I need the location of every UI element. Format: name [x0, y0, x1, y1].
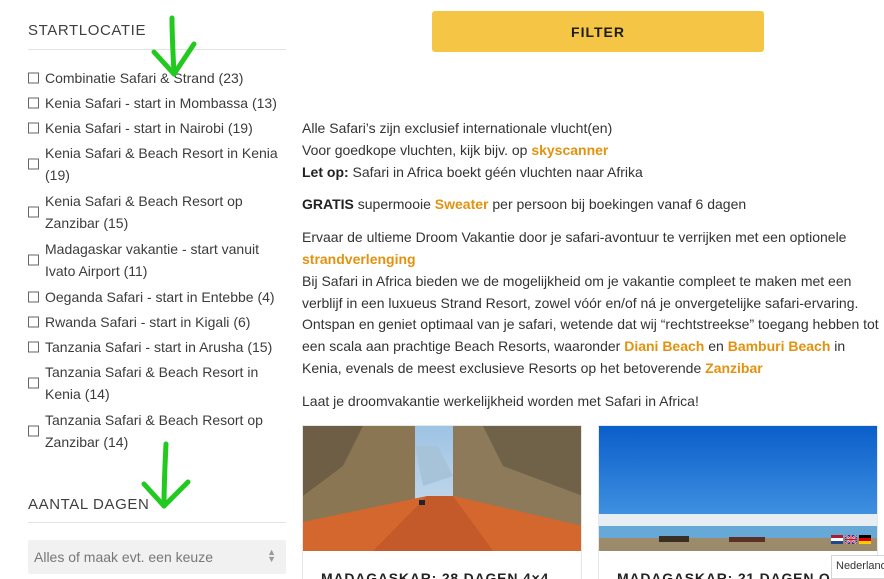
filter-option-count: (19)	[45, 167, 70, 183]
checkbox[interactable]	[28, 254, 39, 266]
text: Let op:	[302, 163, 349, 180]
diani-beach-link[interactable]: Diani Beach	[624, 338, 704, 354]
language-label[interactable]: Nederlands	[831, 555, 884, 579]
gratis-note: GRATIS supermooie Sweater per persoon bi…	[302, 194, 884, 216]
text: GRATIS	[302, 196, 354, 213]
closing-line: Laat je droomvakantie werkelijkheid word…	[302, 392, 699, 409]
text: Safari in Africa boekt géén vluchten naa…	[348, 163, 643, 180]
checkbox[interactable]	[28, 72, 39, 84]
checkbox[interactable]	[28, 377, 39, 389]
sweater-link[interactable]: Sweater	[435, 196, 489, 212]
skyscanner-link[interactable]: skyscanner	[531, 142, 608, 158]
uk-flag-icon[interactable]	[845, 535, 857, 544]
filter-option-kenia-beach-kenia[interactable]: Kenia Safari & Beach Resort in Kenia (19…	[28, 142, 286, 186]
aantal-dagen-title: AANTAL DAGEN	[28, 496, 150, 513]
aantal-dagen-select[interactable]: Alles of maak evt. een keuze ▲ ▼	[28, 540, 286, 574]
filter-option-label: Kenia Safari & Beach Resort op Zanzibar	[45, 193, 243, 231]
filter-option-label: Tanzania Safari - start in Arusha	[45, 339, 244, 355]
startlocatie-filter-list: Combinatie Safari & Strand (23) Kenia Sa…	[28, 67, 286, 457]
select-value: Alles of maak evt. een keuze	[34, 549, 213, 565]
annotation-arrow-icon	[141, 441, 191, 509]
filter-option-madagaskar-ivato[interactable]: Madagaskar vakantie - start vanuit Ivato…	[28, 238, 286, 282]
tour-image[interactable]	[303, 426, 581, 551]
filter-option-kenia-beach-zanzibar[interactable]: Kenia Safari & Beach Resort op Zanzibar …	[28, 190, 286, 234]
checkbox[interactable]	[28, 122, 39, 134]
checkbox[interactable]	[28, 425, 39, 437]
filter-option-count: (19)	[227, 120, 253, 136]
tour-title[interactable]: MADAGASKAR: 28 DAGEN 4×4	[321, 570, 549, 579]
flights-note: Alle Safari’s zijn exclusief internation…	[302, 118, 884, 183]
text: per persoon bij boekingen vanaf 6 dagen	[488, 196, 747, 213]
filter-option-label: Tanzania Safari & Beach Resort in Kenia	[45, 364, 259, 402]
beach-extension-paragraph: Ervaar de ultieme Droom Vakantie door je…	[302, 227, 884, 380]
checkbox[interactable]	[28, 97, 39, 109]
filter-option-oeganda-entebbe[interactable]: Oeganda Safari - start in Entebbe (4)	[28, 286, 286, 308]
filter-option-count: (15)	[247, 339, 273, 355]
filter-option-label: Kenia Safari - start in Nairobi	[45, 120, 224, 136]
zanzibar-link[interactable]: Zanzibar	[705, 360, 763, 376]
filter-option-label: Madagaskar vakantie - start vanuit Ivato…	[45, 241, 259, 279]
filter-option-count: (13)	[251, 95, 277, 111]
filter-option-tanzania-beach-kenia[interactable]: Tanzania Safari & Beach Resort in Kenia …	[28, 361, 286, 405]
netherlands-flag-icon[interactable]	[831, 535, 843, 544]
filter-option-label: Kenia Safari - start in Mombassa	[45, 95, 249, 111]
intro-text: Alle Safari’s zijn exclusief internation…	[302, 118, 884, 413]
checkbox[interactable]	[28, 341, 39, 353]
filter-option-kenia-nairobi[interactable]: Kenia Safari - start in Nairobi (19)	[28, 117, 286, 139]
text: Alle Safari’s zijn exclusief internation…	[302, 120, 613, 136]
checkbox[interactable]	[28, 316, 39, 328]
bamburi-beach-link[interactable]: Bamburi Beach	[728, 338, 831, 354]
filter-option-rwanda-kigali[interactable]: Rwanda Safari - start in Kigali (6)	[28, 311, 286, 333]
language-flags	[831, 535, 871, 546]
filter-option-label: Kenia Safari & Beach Resort in Kenia	[45, 145, 278, 161]
filter-option-count: (14)	[103, 434, 129, 450]
filter-option-count: (4)	[257, 289, 275, 305]
filter-button[interactable]: FILTER	[432, 11, 764, 52]
filter-option-count: (14)	[84, 386, 110, 402]
text: Voor goedkope vluchten, kijk bijv. op	[302, 141, 532, 158]
checkbox[interactable]	[28, 206, 39, 218]
language-switcher[interactable]: Nederlands	[831, 531, 884, 579]
germany-flag-icon[interactable]	[859, 535, 871, 544]
filter-option-count: (15)	[103, 215, 129, 231]
filter-option-tanzania-arusha[interactable]: Tanzania Safari - start in Arusha (15)	[28, 336, 286, 358]
annotation-arrow-icon	[151, 15, 197, 77]
strandverlenging-link[interactable]: strandverlenging	[302, 251, 416, 267]
text: supermooie	[353, 196, 435, 213]
filter-option-kenia-mombassa[interactable]: Kenia Safari - start in Mombassa (13)	[28, 92, 286, 114]
divider	[28, 522, 286, 523]
filter-option-count: (23)	[218, 70, 244, 86]
text: Ervaar de ultieme Droom Vakantie door je…	[302, 229, 847, 246]
filter-option-label: Rwanda Safari - start in Kigali	[45, 314, 230, 330]
text: en	[704, 338, 728, 355]
checkbox[interactable]	[28, 158, 39, 170]
tour-card[interactable]: MADAGASKAR: 28 DAGEN 4×4	[302, 425, 582, 579]
filter-option-count: (6)	[233, 314, 251, 330]
startlocatie-title: STARTLOCATIE	[28, 22, 147, 39]
filter-option-count: (11)	[123, 263, 148, 279]
filter-option-label: Oeganda Safari - start in Entebbe	[45, 289, 254, 305]
select-arrows-icon: ▲ ▼	[267, 547, 276, 564]
checkbox[interactable]	[28, 291, 39, 303]
tour-title[interactable]: MADAGASKAR: 21 DAGEN OFF	[617, 570, 849, 579]
